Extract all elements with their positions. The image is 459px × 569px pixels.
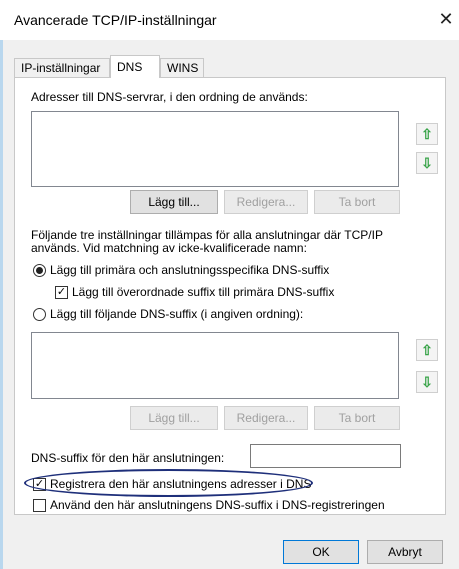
down-arrow-icon: ⇩ (421, 374, 433, 390)
register-dns-label: Registrera den här anslutningens adresse… (50, 477, 312, 491)
tab-wins[interactable]: WINS (160, 58, 204, 77)
cancel-button[interactable]: Avbryt (367, 540, 443, 564)
info-text-line2: används. Vid matchning av icke-kvalifice… (31, 241, 307, 255)
tab-dns[interactable]: DNS (110, 55, 160, 78)
dns-add-button[interactable]: Lägg till... (130, 190, 218, 214)
move-up-button[interactable]: ⇧ (416, 123, 438, 145)
window-edge (0, 40, 3, 569)
suffix-move-up-button[interactable]: ⇧ (416, 339, 438, 361)
close-icon[interactable]: ✕ (436, 9, 456, 29)
parent-suffix-label: Lägg till överordnade suffix till primär… (72, 285, 335, 299)
use-suffix-checkbox[interactable] (33, 499, 46, 512)
dns-edit-button[interactable]: Redigera... (224, 190, 308, 214)
parent-suffix-checkbox[interactable]: ✓ (55, 286, 68, 299)
primary-suffix-radio[interactable] (33, 264, 46, 277)
use-suffix-label: Använd den här anslutningens DNS-suffix … (50, 498, 385, 512)
suffix-add-button[interactable]: Lägg till... (130, 406, 218, 430)
register-dns-checkbox[interactable]: ✓ (33, 478, 46, 491)
specific-suffix-label: Lägg till följande DNS-suffix (i angiven… (50, 307, 304, 321)
info-text-line1: Följande tre inställningar tillämpas för… (31, 228, 383, 242)
move-down-button[interactable]: ⇩ (416, 152, 438, 174)
window-title: Avancerade TCP/IP-inställningar (14, 12, 217, 28)
dns-remove-button[interactable]: Ta bort (314, 190, 400, 214)
up-arrow-icon: ⇧ (421, 126, 433, 142)
dns-suffix-list[interactable] (31, 332, 399, 399)
connection-suffix-label: DNS-suffix för den här anslutningen: (31, 451, 225, 465)
primary-suffix-label: Lägg till primära och anslutningsspecifi… (50, 263, 330, 277)
suffix-edit-button[interactable]: Redigera... (224, 406, 308, 430)
dns-servers-label: Adresser till DNS-servrar, i den ordning… (31, 90, 308, 104)
connection-suffix-input[interactable] (250, 444, 401, 468)
suffix-move-down-button[interactable]: ⇩ (416, 371, 438, 393)
down-arrow-icon: ⇩ (421, 155, 433, 171)
up-arrow-icon: ⇧ (421, 342, 433, 358)
suffix-remove-button[interactable]: Ta bort (314, 406, 400, 430)
ok-button[interactable]: OK (283, 540, 359, 564)
tab-ip-settings[interactable]: IP-inställningar (14, 58, 110, 77)
dns-servers-list[interactable] (31, 111, 399, 187)
specific-suffix-radio[interactable] (33, 308, 46, 321)
title-bar: Avancerade TCP/IP-inställningar ✕ (0, 0, 459, 40)
